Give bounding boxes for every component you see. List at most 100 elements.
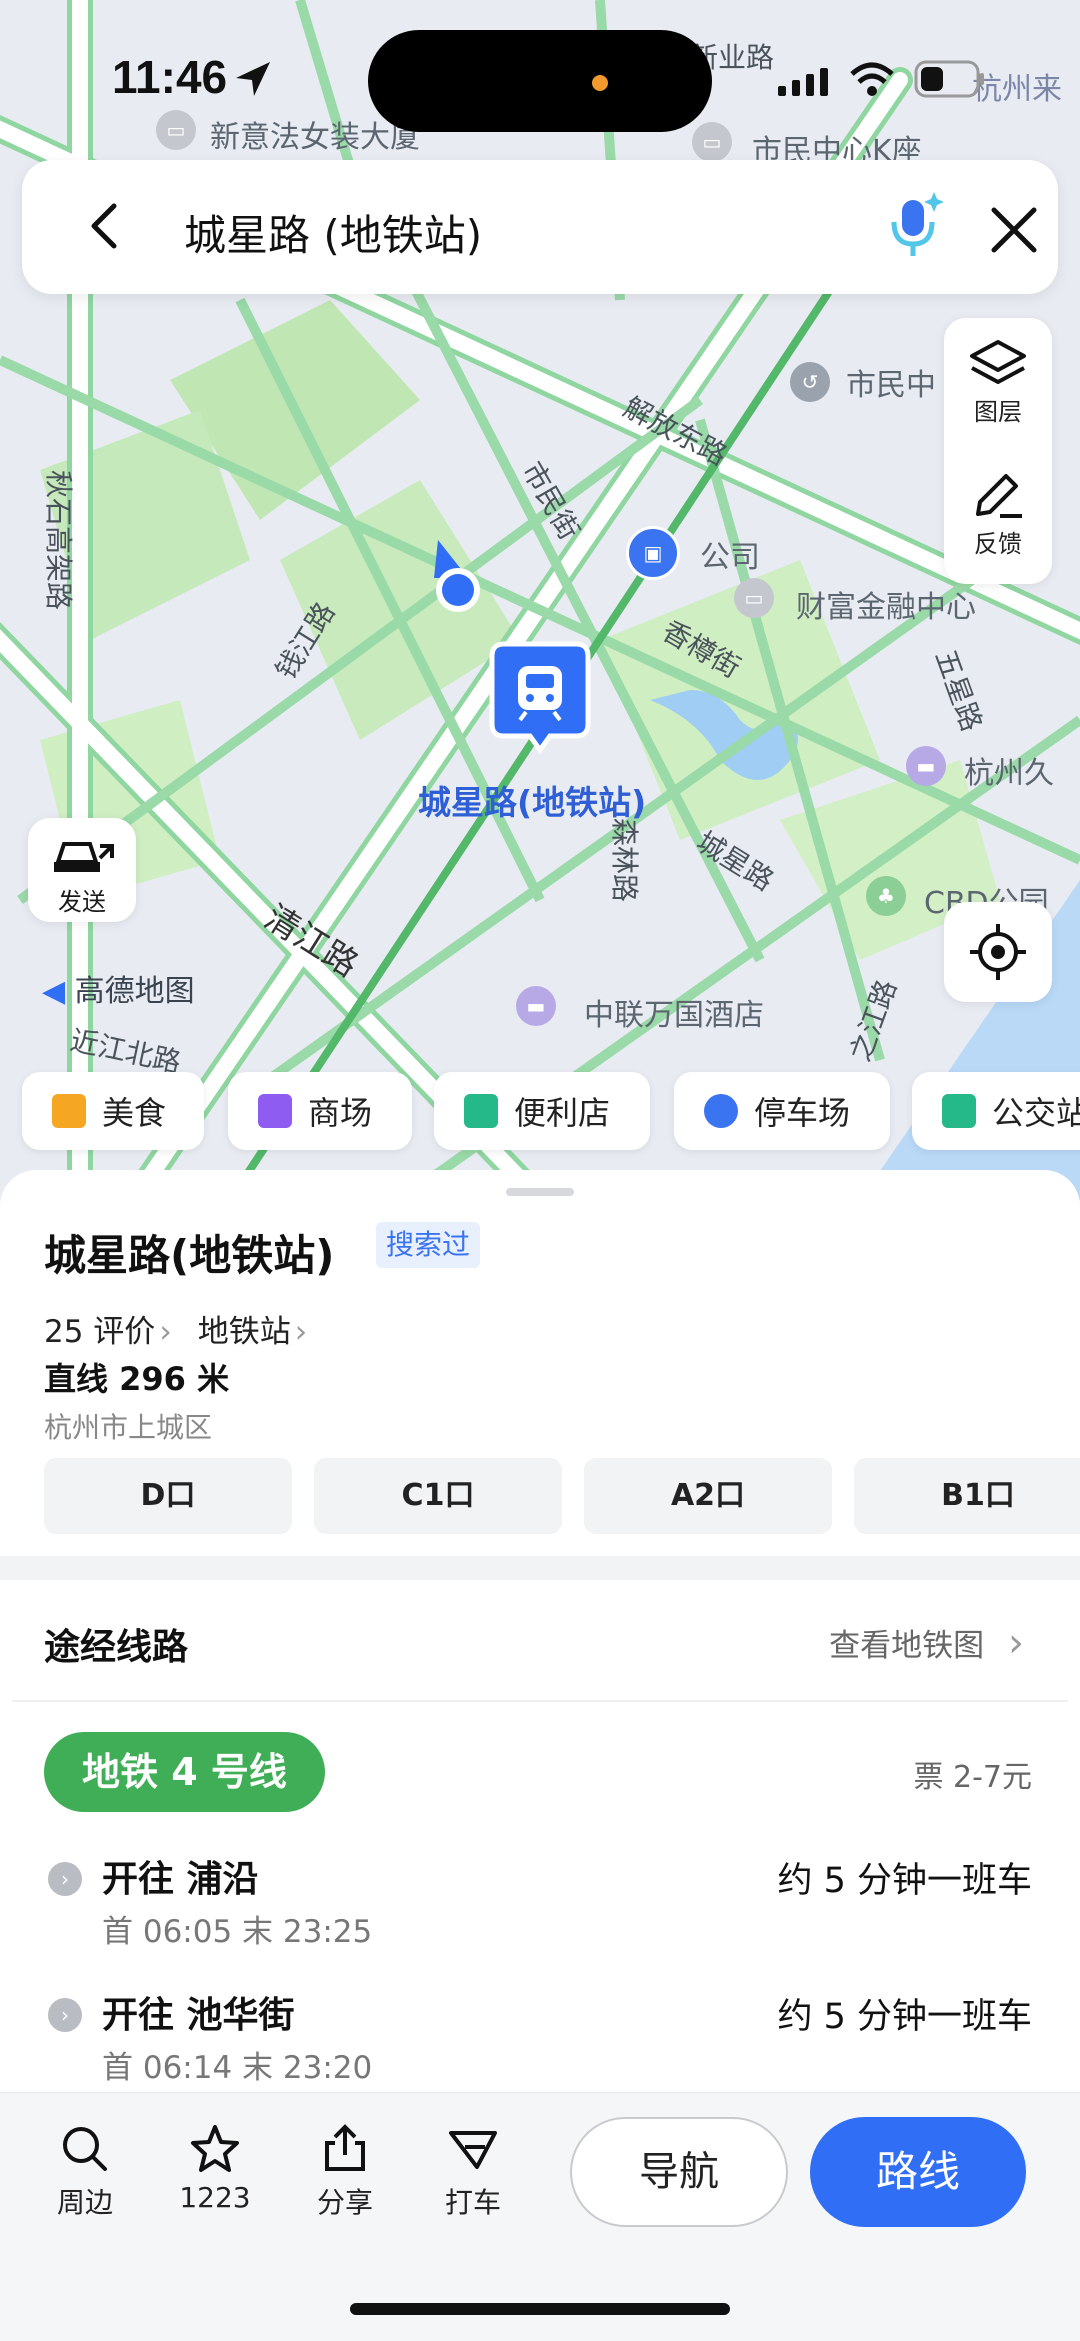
favorite-count: 1223 [179, 2181, 251, 2214]
chip-parking[interactable]: 停车场 [674, 1072, 890, 1150]
map-label-zhonglian: 中联万国酒店 [584, 998, 764, 1033]
divider [12, 1700, 1068, 1702]
reviews-link[interactable]: 25 评价 [44, 1314, 155, 1350]
layers-button[interactable]: 图层 [944, 336, 1052, 427]
star-icon [191, 2125, 239, 2172]
exit-button-a2[interactable]: A2口 [584, 1458, 832, 1534]
crosshair-icon [970, 924, 1026, 980]
voice-mic-icon[interactable] [884, 190, 946, 266]
direction-times: 首 06:05 末 23:25 [102, 1914, 373, 1950]
road-label-senlin: 森林路 [608, 817, 642, 903]
store-icon [464, 1094, 498, 1128]
metro-line-badge[interactable]: 地铁 4 号线 [44, 1732, 325, 1812]
nearby-label: 周边 [56, 2186, 113, 2219]
chip-mall[interactable]: 商场 [228, 1072, 412, 1150]
chip-convenience-label: 便利店 [514, 1094, 611, 1132]
chip-parking-label: 停车场 [754, 1094, 851, 1132]
place-title: 城星路(地铁站) [44, 1231, 335, 1280]
navigate-button[interactable]: 导航 [570, 2117, 788, 2227]
station-marker-icon[interactable] [488, 640, 592, 760]
map-tools-panel: 图层 反馈 [944, 318, 1052, 584]
search-query[interactable]: 城星路 (地铁站) [184, 202, 482, 263]
feedback-label: 反馈 [974, 530, 1022, 558]
subway-map-link[interactable]: 查看地铁图 › [829, 1620, 1024, 1666]
direction-frequency: 约 5 分钟一班车 [777, 1997, 1032, 2037]
poi-building-icon[interactable]: ▭ [734, 578, 774, 618]
chevron-right-icon: › [159, 1314, 172, 1350]
share-button[interactable]: 分享 [290, 2123, 400, 2221]
direction-row[interactable]: › 开往 浦沿 首 06:05 末 23:25 约 5 分钟一班车 [0, 1850, 1080, 1970]
chip-food[interactable]: 美食 [22, 1072, 204, 1150]
exit-button-b1[interactable]: B1口 [854, 1458, 1080, 1534]
map-label-station: 城星路(地铁站) [418, 783, 647, 822]
car-send-icon [54, 842, 114, 872]
searched-badge: 搜索过 [376, 1222, 481, 1268]
chevron-right-circle-icon: › [48, 1998, 82, 2032]
direction-frequency: 约 5 分钟一班车 [777, 1861, 1032, 1901]
favorite-button[interactable]: 1223 [160, 2123, 270, 2214]
category-chips: 美食 商场 便利店 停车场 公交站 [22, 1072, 1080, 1150]
road-label-qiushi: 秋石高架路 [42, 470, 75, 611]
home-indicator[interactable] [350, 2303, 730, 2315]
bottom-action-bar: 周边 1223 分享 打车 导航 路线 [0, 2092, 1080, 2341]
bus-icon [942, 1094, 976, 1128]
poi-metro-exit-icon[interactable]: ↺ [790, 362, 830, 402]
nearby-button[interactable]: 周边 [30, 2123, 140, 2221]
place-meta: 25 评价 › 地铁站 › [44, 1306, 333, 1351]
dynamic-island [368, 30, 712, 132]
cellular-signal-icon [778, 68, 828, 96]
chevron-right-circle-icon: › [48, 1862, 82, 1896]
poi-hotel-icon[interactable]: ▬ [516, 986, 556, 1026]
category-link[interactable]: 地铁站 [198, 1314, 291, 1350]
poi-park-icon[interactable]: ♣ [866, 876, 906, 916]
direction-times: 首 06:14 末 23:20 [102, 2050, 373, 2086]
amap-logo-text: 高德地图 [74, 974, 195, 1009]
taxi-button[interactable]: 打车 [418, 2123, 528, 2221]
edit-pencil-icon [976, 474, 1022, 518]
exit-button-d[interactable]: D口 [44, 1458, 292, 1534]
poi-shopping-icon[interactable]: ▣ [626, 526, 680, 580]
locate-me-button[interactable] [944, 902, 1052, 1002]
chip-bus-stop[interactable]: 公交站 [912, 1072, 1080, 1150]
send-to-car-button[interactable]: 发送 [28, 818, 136, 922]
privacy-dot [592, 75, 608, 91]
sheet-grabber[interactable] [506, 1188, 574, 1196]
chip-bus-label: 公交站 [992, 1094, 1080, 1132]
route-button[interactable]: 路线 [810, 2117, 1026, 2227]
poi-hotel-icon[interactable]: ▬ [906, 746, 946, 786]
layers-icon [970, 340, 1026, 384]
search-bar[interactable]: 城星路 (地铁站) [22, 160, 1058, 294]
subway-map-link-label: 查看地铁图 [829, 1628, 985, 1664]
battery-icon [914, 60, 984, 98]
taxi-label: 打车 [444, 2186, 501, 2219]
fork-knife-icon [52, 1094, 86, 1128]
district-text: 杭州市上城区 [44, 1411, 213, 1444]
back-chevron-icon[interactable] [80, 200, 132, 252]
send-label: 发送 [58, 888, 106, 916]
feedback-button[interactable]: 反馈 [944, 468, 1052, 559]
fare-text: 票 2-7元 [913, 1760, 1032, 1795]
search-icon [63, 2127, 107, 2171]
close-icon[interactable] [986, 202, 1042, 258]
chip-convenience[interactable]: 便利店 [434, 1072, 650, 1150]
taxi-flag-icon [449, 2131, 497, 2169]
map-label-caifu: 财富金融中心 [796, 590, 976, 625]
place-summary-card: 城星路(地铁站) 搜索过 25 评价 › 地铁站 › 直线 296 米 杭州市上城区 … [0, 1170, 1080, 1556]
direction-destination: 开往 浦沿 [102, 1859, 259, 1900]
chip-food-label: 美食 [102, 1094, 167, 1132]
direction-destination: 开往 池华街 [102, 1995, 295, 2036]
map-label-shimin-center: 市民中 [846, 368, 936, 403]
location-arrow-icon [236, 62, 270, 96]
map-label-hangzhou-jiu: 杭州久 [964, 756, 1054, 791]
chevron-right-icon: › [1008, 1620, 1024, 1666]
amap-logo: ◀ 高德地图 [42, 966, 195, 1010]
direction-row[interactable]: › 开往 池华街 首 06:14 末 23:20 约 5 分钟一班车 [0, 1986, 1080, 2106]
chip-mall-label: 商场 [308, 1094, 373, 1132]
parking-car-icon [704, 1094, 738, 1128]
exit-button-c1[interactable]: C1口 [314, 1458, 562, 1534]
amap-arrow-icon: ◀ [42, 974, 66, 1009]
map-label-company: 公司 [700, 540, 760, 575]
user-location-icon [434, 540, 480, 612]
status-bar: 11:46 [0, 0, 1080, 160]
share-label: 分享 [316, 2186, 373, 2219]
